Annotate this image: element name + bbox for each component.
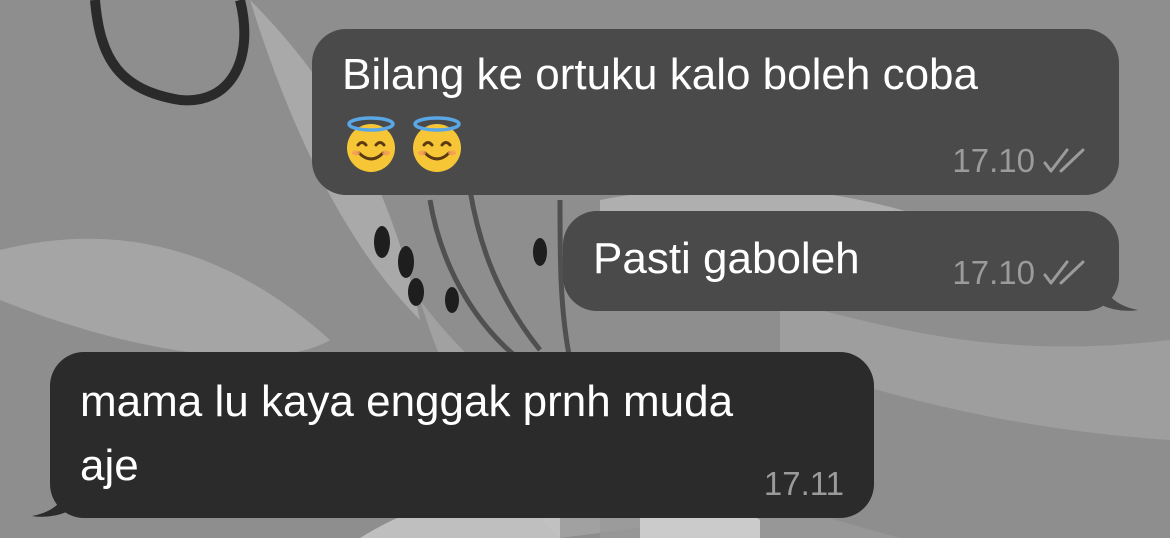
message-text: Bilang ke ortuku kalo boleh coba xyxy=(342,50,978,99)
bubble-tail-outgoing xyxy=(1100,276,1138,311)
message-time: 17.11 xyxy=(763,465,844,502)
message-text: aje xyxy=(80,441,139,490)
message-time: 17.10 xyxy=(952,254,1035,291)
double-check-icon xyxy=(1043,148,1085,173)
bubble-tail-incoming xyxy=(32,482,70,517)
emoji-row xyxy=(342,115,466,173)
smiling-face-with-halo-icon xyxy=(347,116,395,172)
message-time: 17.10 xyxy=(952,142,1035,179)
message-meta: 17.10 xyxy=(952,253,1089,293)
double-check-icon xyxy=(1043,260,1085,285)
message-meta: 17.10 xyxy=(952,141,1089,181)
message-bubble-outgoing[interactable]: Pasti gaboleh 17.10 xyxy=(563,211,1119,311)
smiling-face-with-halo-icon xyxy=(413,116,461,172)
message-bubble-incoming[interactable]: mama lu kaya enggak prnh muda aje 17.11 xyxy=(50,352,874,518)
message-text: Pasti gaboleh xyxy=(593,234,860,283)
message-text: mama lu kaya enggak prnh muda xyxy=(80,377,734,426)
message-meta: 17.11 xyxy=(764,464,844,504)
message-bubble-outgoing[interactable]: Bilang ke ortuku kalo boleh coba 17.10 xyxy=(312,29,1119,195)
